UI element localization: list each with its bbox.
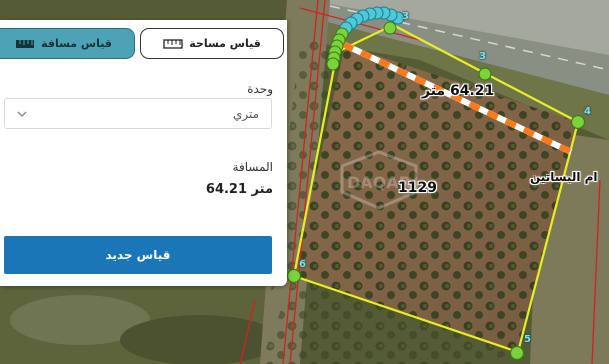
tab-area-label: قياس مساحة [189, 37, 261, 50]
measurement-panel: قياس مساحة قياس مسافة وحدة متري المسافة … [0, 20, 287, 286]
tab-distance-measure[interactable]: قياس مسافة [0, 28, 135, 59]
vertex-6 [286, 268, 302, 284]
chevron-down-icon [15, 107, 29, 121]
distance-label: المسافة [232, 160, 273, 174]
distance-value: متر 64.21 [205, 182, 273, 197]
tab-distance-label: قياس مسافة [41, 37, 112, 50]
vertex-label: 6 [299, 259, 306, 270]
new-measure-button[interactable]: قياس جديد [4, 236, 272, 274]
unit-label: وحدة [247, 82, 273, 96]
vertex-4 [570, 114, 586, 130]
unit-select[interactable]: متري [4, 98, 272, 129]
tab-area-measure[interactable]: قياس مساحة [140, 28, 284, 59]
vertex-label: 4 [584, 106, 591, 117]
ruler-icon [15, 38, 35, 50]
vertex-label: 3 [479, 51, 486, 62]
distance-map-label: 64.21 متر [422, 83, 495, 99]
place-name-label: ام البساتين [530, 170, 598, 184]
vertex-label: 3 [402, 11, 409, 22]
vertex-5 [509, 345, 525, 361]
unit-selected-value: متري [232, 106, 259, 121]
ruler-icon [163, 38, 183, 50]
vertex-3 [478, 67, 492, 81]
vertex-label: 5 [524, 334, 531, 345]
parcel-number-label: 1129 [398, 180, 437, 196]
